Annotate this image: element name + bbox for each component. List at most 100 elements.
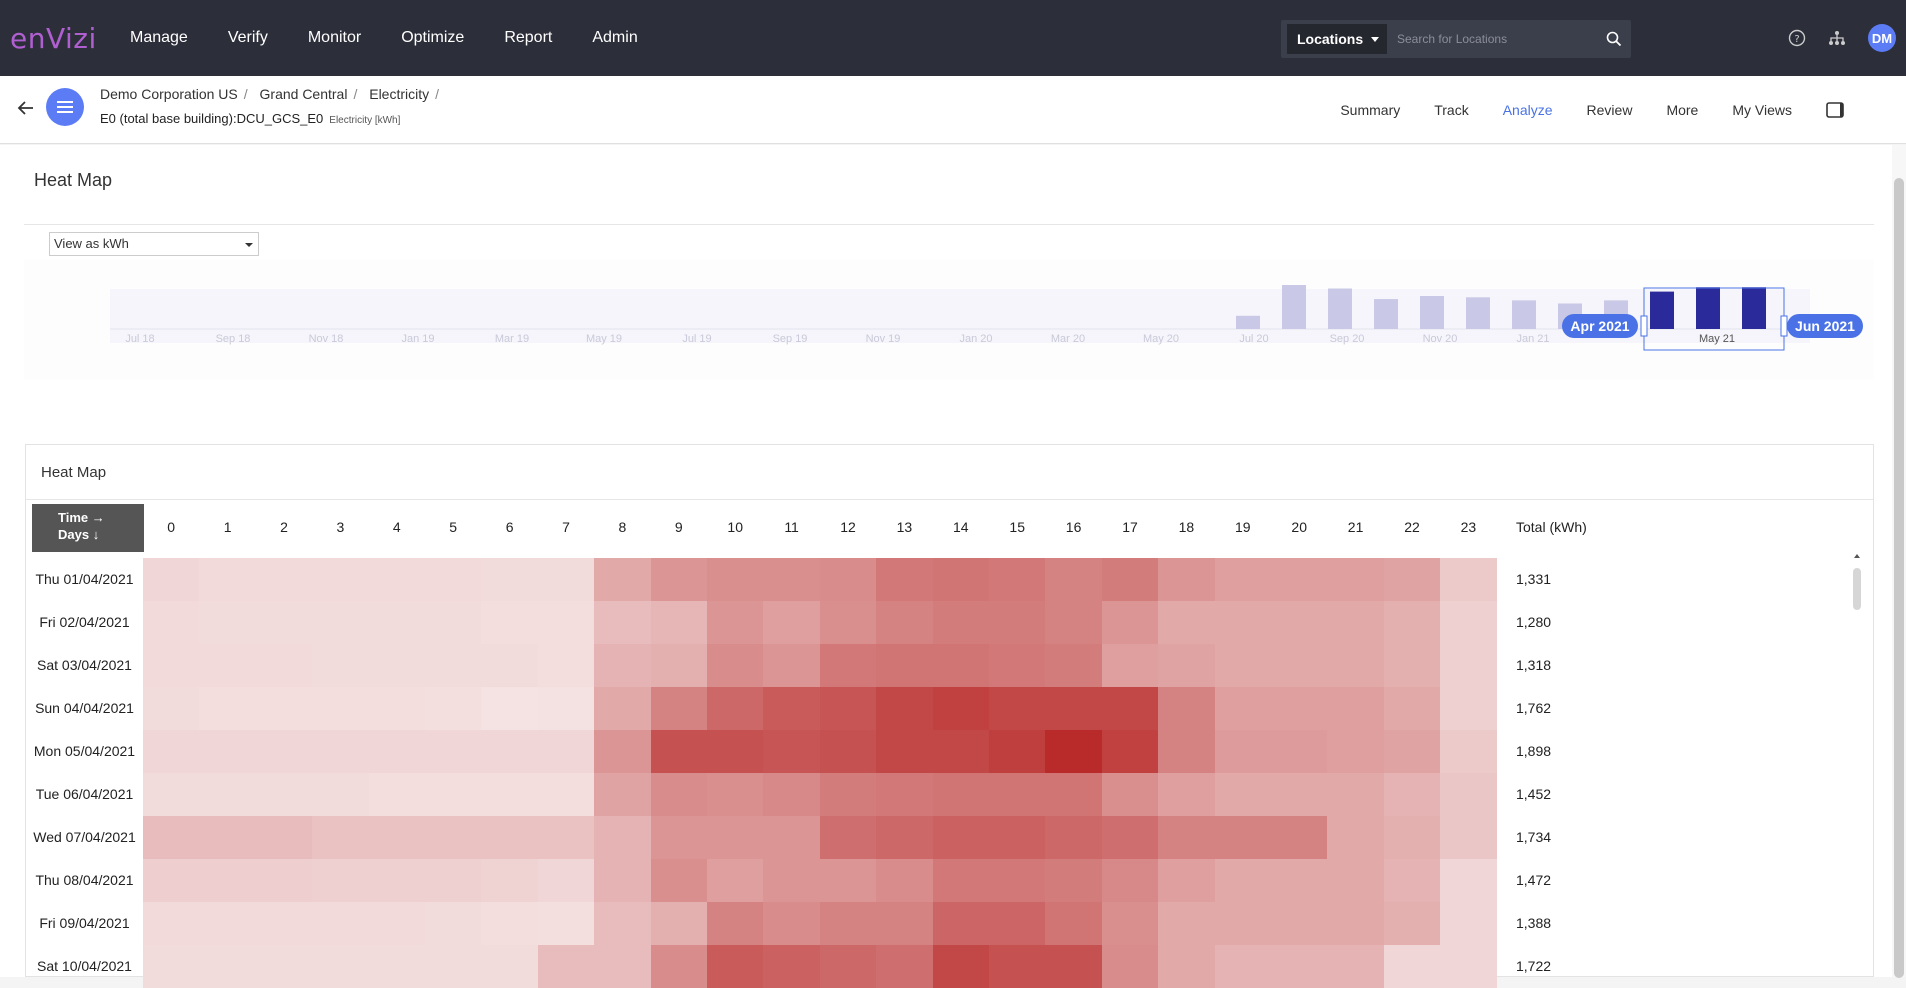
heatmap-cell[interactable]	[989, 601, 1046, 644]
heatmap-cell[interactable]	[312, 816, 369, 859]
heatmap-cell[interactable]	[819, 859, 877, 902]
heatmap-cell[interactable]	[1271, 730, 1328, 773]
heatmap-cell[interactable]	[1383, 644, 1441, 687]
heatmap-cell[interactable]	[255, 773, 313, 816]
heatmap-cell[interactable]	[1271, 859, 1328, 902]
heatmap-cell[interactable]	[199, 773, 256, 816]
heatmap-cell[interactable]	[594, 601, 651, 644]
heatmap-cell[interactable]	[143, 816, 200, 859]
heatmap-cell[interactable]	[1327, 773, 1384, 816]
side-panel-icon[interactable]	[1826, 102, 1846, 121]
tab-analyze[interactable]: Analyze	[1503, 102, 1553, 121]
heatmap-cell[interactable]	[819, 644, 877, 687]
heatmap-cell[interactable]	[763, 601, 820, 644]
heatmap-cell[interactable]	[1271, 902, 1328, 945]
heatmap-cell[interactable]	[1101, 945, 1159, 988]
heatmap-cell[interactable]	[1214, 945, 1271, 988]
heatmap-cell[interactable]	[368, 687, 425, 730]
heatmap-cell[interactable]	[650, 902, 707, 945]
tab-more[interactable]: More	[1666, 102, 1698, 121]
heatmap-cell[interactable]	[143, 644, 200, 687]
heatmap-cell[interactable]	[707, 601, 764, 644]
heatmap-cell[interactable]	[481, 601, 538, 644]
heatmap-cell[interactable]	[425, 644, 482, 687]
scrollbar-thumb[interactable]	[1853, 568, 1861, 610]
heatmap-cell[interactable]	[1045, 687, 1102, 730]
heatmap-cell[interactable]	[763, 687, 820, 730]
heatmap-cell[interactable]	[199, 945, 256, 988]
heatmap-cell[interactable]	[368, 644, 425, 687]
heatmap-cell[interactable]	[594, 945, 651, 988]
heatmap-cell[interactable]	[143, 859, 200, 902]
heatmap-cell[interactable]	[368, 730, 425, 773]
heatmap-cell[interactable]	[481, 945, 538, 988]
heatmap-cell[interactable]	[1271, 601, 1328, 644]
heatmap-cell[interactable]	[537, 945, 595, 988]
heatmap-cell[interactable]	[481, 687, 538, 730]
heatmap-cell[interactable]	[143, 773, 200, 816]
heatmap-cell[interactable]	[1271, 945, 1328, 988]
heatmap-cell[interactable]	[143, 945, 200, 988]
heatmap-cell[interactable]	[763, 945, 820, 988]
heatmap-cell[interactable]	[1214, 816, 1271, 859]
view-as-select[interactable]: View as kWh	[49, 232, 259, 256]
heatmap-cell[interactable]	[876, 816, 933, 859]
heatmap-cell[interactable]	[425, 816, 482, 859]
hamburger-menu-icon[interactable]	[46, 88, 84, 126]
heatmap-cell[interactable]	[819, 945, 877, 988]
heatmap-cell[interactable]	[819, 902, 877, 945]
heatmap-cell[interactable]	[1045, 558, 1102, 601]
help-icon[interactable]: ?	[1788, 29, 1806, 47]
heatmap-cell[interactable]	[1214, 687, 1271, 730]
heatmap-cell[interactable]	[1271, 644, 1328, 687]
heatmap-cell[interactable]	[932, 945, 989, 988]
heatmap-cell[interactable]	[650, 644, 707, 687]
heatmap-cell[interactable]	[1214, 859, 1271, 902]
hierarchy-icon[interactable]	[1828, 29, 1846, 47]
heatmap-cell[interactable]	[876, 773, 933, 816]
heatmap-cell[interactable]	[255, 687, 313, 730]
heatmap-cell[interactable]	[989, 644, 1046, 687]
heatmap-cell[interactable]	[537, 773, 595, 816]
heatmap-cell[interactable]	[876, 601, 933, 644]
heatmap-cell[interactable]	[425, 773, 482, 816]
heatmap-cell[interactable]	[1158, 902, 1215, 945]
breadcrumb-item[interactable]: Grand Central	[260, 86, 348, 102]
heatmap-cell[interactable]	[425, 558, 482, 601]
range-start-handle[interactable]	[1640, 315, 1648, 337]
heatmap-cell[interactable]	[1045, 816, 1102, 859]
heatmap-cell[interactable]	[312, 558, 369, 601]
heatmap-cell[interactable]	[594, 859, 651, 902]
heatmap-cell[interactable]	[199, 687, 256, 730]
heatmap-cell[interactable]	[1045, 945, 1102, 988]
heatmap-cell[interactable]	[481, 644, 538, 687]
heatmap-cell[interactable]	[819, 730, 877, 773]
heatmap-cell[interactable]	[1383, 773, 1441, 816]
heatmap-cell[interactable]	[1271, 773, 1328, 816]
heatmap-cell[interactable]	[1214, 902, 1271, 945]
heatmap-cell[interactable]	[1101, 687, 1159, 730]
heatmap-cell[interactable]	[1440, 773, 1497, 816]
heatmap-cell[interactable]	[707, 945, 764, 988]
heatmap-cell[interactable]	[1383, 687, 1441, 730]
heatmap-cell[interactable]	[312, 902, 369, 945]
heatmap-cell[interactable]	[1327, 902, 1384, 945]
heatmap-cell[interactable]	[594, 644, 651, 687]
heatmap-cell[interactable]	[425, 859, 482, 902]
heatmap-cell[interactable]	[989, 730, 1046, 773]
heatmap-cell[interactable]	[707, 816, 764, 859]
timeline-bar[interactable]	[1236, 315, 1260, 329]
heatmap-cell[interactable]	[763, 644, 820, 687]
heatmap-cell[interactable]	[1383, 558, 1441, 601]
heatmap-cell[interactable]	[143, 902, 200, 945]
timeline-bar[interactable]	[1420, 296, 1444, 329]
heatmap-cell[interactable]	[932, 816, 989, 859]
heatmap-cell[interactable]	[707, 687, 764, 730]
heatmap-cell[interactable]	[707, 644, 764, 687]
heatmap-cell[interactable]	[594, 687, 651, 730]
heatmap-cell[interactable]	[1440, 644, 1497, 687]
heatmap-cell[interactable]	[425, 902, 482, 945]
tab-track[interactable]: Track	[1434, 102, 1468, 121]
heatmap-cell[interactable]	[481, 773, 538, 816]
heatmap-cell[interactable]	[650, 945, 707, 988]
